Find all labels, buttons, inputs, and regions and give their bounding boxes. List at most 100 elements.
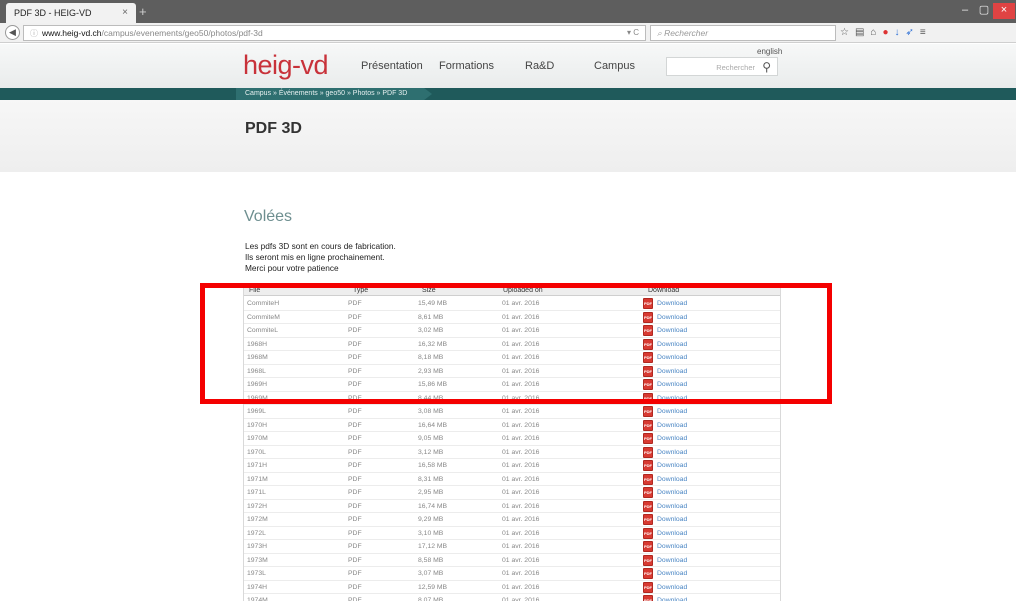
nav-campus[interactable]: Campus <box>594 60 635 72</box>
download-link[interactable]: Download <box>657 529 687 539</box>
site-logo[interactable]: heig-vd <box>243 50 329 81</box>
cell-size: 2,95 MB <box>418 489 444 496</box>
maximize-icon[interactable]: ▢ <box>976 3 992 19</box>
pdf-file-icon[interactable]: PDF <box>643 311 653 323</box>
download-link[interactable]: Download <box>657 367 687 377</box>
download-link[interactable]: Download <box>657 461 687 471</box>
cell-file: 1972M <box>247 516 268 523</box>
cell-file: 1973M <box>247 556 268 564</box>
pdf-file-icon[interactable]: PDF <box>643 527 653 539</box>
new-tab-icon[interactable]: + <box>139 5 153 19</box>
table-row: 1973M PDF 8,58 MB 01 avr. 2016 PDF Download <box>244 554 780 567</box>
download-link[interactable]: Download <box>657 340 687 350</box>
pdf-file-icon[interactable]: PDF <box>643 365 653 377</box>
cell-size: 8,61 MB <box>418 313 444 321</box>
language-link[interactable]: english <box>757 47 782 56</box>
pdf-file-icon[interactable]: PDF <box>643 595 653 601</box>
pdf-file-icon[interactable]: PDF <box>643 500 653 512</box>
pdf-file-icon[interactable]: PDF <box>643 433 653 444</box>
home-icon[interactable]: ⌂ <box>870 27 882 38</box>
pdf-file-icon[interactable]: PDF <box>643 379 653 390</box>
window-close-icon[interactable]: × <box>993 3 1015 19</box>
download-link[interactable]: Download <box>657 596 687 601</box>
pdf-file-icon[interactable]: PDF <box>643 581 653 593</box>
pdf-file-icon[interactable]: PDF <box>643 460 653 471</box>
menu-icon[interactable]: ≡ <box>920 27 932 38</box>
cell-size: 8,44 MB <box>418 394 444 402</box>
magnifier-icon[interactable]: ⚲ <box>762 60 771 74</box>
download-link[interactable]: Download <box>657 502 687 512</box>
download-link[interactable]: Download <box>657 353 687 363</box>
download-link[interactable]: Download <box>657 407 687 417</box>
pdf-file-icon[interactable]: PDF <box>643 568 653 579</box>
pdf-file-icon[interactable]: PDF <box>643 325 653 336</box>
cell-size: 16,74 MB <box>418 502 448 510</box>
pdf-file-icon[interactable]: PDF <box>643 406 653 417</box>
adblock-icon[interactable]: ● <box>882 27 894 38</box>
download-link[interactable]: Download <box>657 434 687 444</box>
pdf-file-icon[interactable]: PDF <box>643 338 653 350</box>
table-header: File Type Size Uploaded on Download <box>244 286 780 296</box>
download-link[interactable]: Download <box>657 326 687 336</box>
browser-search-input[interactable]: ⌕ Rechercher <box>650 25 836 41</box>
pdf-file-icon[interactable]: PDF <box>643 352 653 363</box>
download-link[interactable]: Download <box>657 299 687 309</box>
cell-uploaded: 01 avr. 2016 <box>502 529 540 537</box>
download-link[interactable]: Download <box>657 556 687 566</box>
pdf-file-icon[interactable]: PDF <box>643 298 653 309</box>
cell-uploaded: 01 avr. 2016 <box>502 394 540 402</box>
cell-type: PDF <box>348 583 362 591</box>
pdf-file-icon[interactable]: PDF <box>643 487 653 498</box>
pdf-file-icon[interactable]: PDF <box>643 446 653 458</box>
download-link[interactable]: Download <box>657 569 687 579</box>
pdf-file-icon[interactable]: PDF <box>643 554 653 566</box>
cell-uploaded: 01 avr. 2016 <box>502 300 540 307</box>
table-row: 1972M PDF 9,29 MB 01 avr. 2016 PDF Download <box>244 513 780 527</box>
cell-file: CommiteL <box>247 327 278 334</box>
download-link[interactable]: Download <box>657 475 687 485</box>
pdf-file-icon[interactable]: PDF <box>643 473 653 485</box>
download-link[interactable]: Download <box>657 394 687 404</box>
download-link[interactable]: Download <box>657 380 687 390</box>
back-arrow-icon[interactable]: ◀ <box>5 25 20 40</box>
table-row: 1974M PDF 8,07 MB 01 avr. 2016 PDF Download <box>244 594 780 601</box>
cell-uploaded: 01 avr. 2016 <box>502 367 540 375</box>
cell-uploaded: 01 avr. 2016 <box>502 381 540 388</box>
pdf-file-icon[interactable]: PDF <box>643 419 653 431</box>
cell-size: 8,18 MB <box>418 354 444 361</box>
cell-file: 1972L <box>247 529 266 537</box>
download-link[interactable]: Download <box>657 448 687 458</box>
reload-icon[interactable]: ▾ C <box>627 28 639 37</box>
pdf-file-icon[interactable]: PDF <box>643 541 653 552</box>
cell-type: PDF <box>348 313 362 321</box>
table-row: 1971H PDF 16,58 MB 01 avr. 2016 PDF Download <box>244 459 780 473</box>
download-link[interactable]: Download <box>657 313 687 323</box>
nav-presentation[interactable]: Présentation <box>361 60 423 72</box>
pdf-file-icon[interactable]: PDF <box>643 392 653 404</box>
download-arrow-icon[interactable]: ↓ <box>895 27 906 38</box>
cell-uploaded: 01 avr. 2016 <box>502 597 540 601</box>
breadcrumb[interactable]: Campus » Événements » geo50 » Photos » P… <box>245 90 407 97</box>
minimize-icon[interactable]: – <box>957 3 973 19</box>
cell-size: 8,07 MB <box>418 597 444 601</box>
bookmarks-icon[interactable]: ▤ <box>855 27 870 38</box>
nav-formations[interactable]: Formations <box>439 60 494 72</box>
notice-line: Ils seront mis en ligne prochainement. <box>245 252 385 262</box>
download-link[interactable]: Download <box>657 488 687 498</box>
browser-tab[interactable]: PDF 3D - HEIG-VD × <box>6 3 136 23</box>
nav-rad[interactable]: Ra&D <box>525 60 554 72</box>
download-link[interactable]: Download <box>657 583 687 593</box>
extension-icon[interactable]: ➶ <box>906 27 920 38</box>
site-search-input[interactable]: Rechercher ⚲ <box>666 57 778 76</box>
download-link[interactable]: Download <box>657 515 687 525</box>
tab-close-icon[interactable]: × <box>122 7 128 18</box>
cell-uploaded: 01 avr. 2016 <box>502 489 540 496</box>
download-link[interactable]: Download <box>657 542 687 552</box>
section-title: Volées <box>244 208 293 225</box>
address-bar[interactable]: ⓘ www.heig-vd.ch/campus/evenements/geo50/… <box>23 25 646 41</box>
cell-file: 1971L <box>247 489 266 496</box>
download-link[interactable]: Download <box>657 421 687 431</box>
pdf-file-icon[interactable]: PDF <box>643 514 653 525</box>
bookmark-star-icon[interactable]: ☆ <box>840 27 855 38</box>
table-row: 1969H PDF 15,86 MB 01 avr. 2016 PDF Download <box>244 378 780 392</box>
